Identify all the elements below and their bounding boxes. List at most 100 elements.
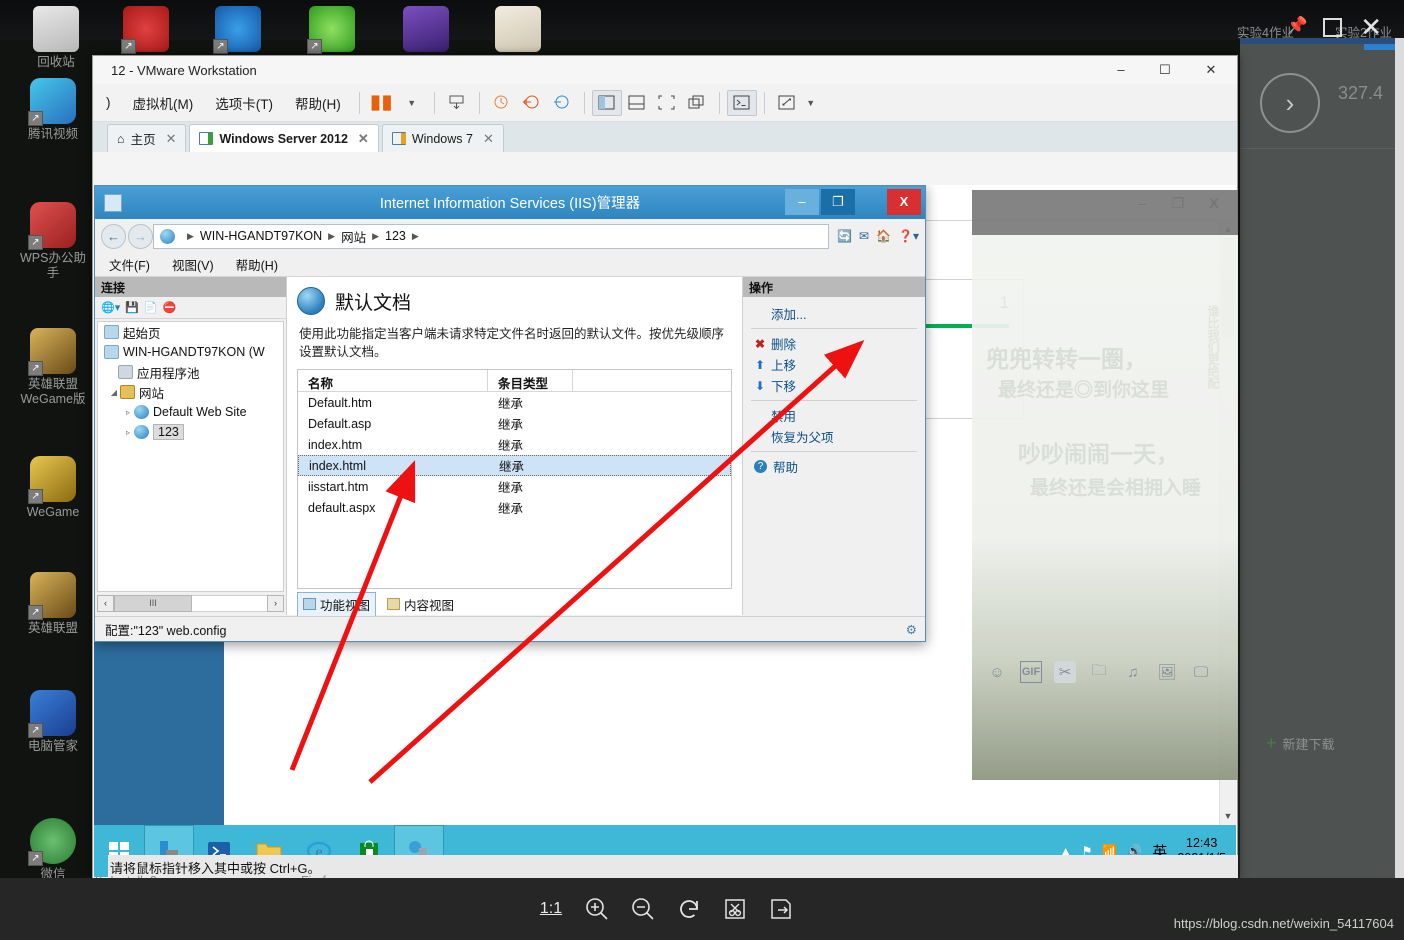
new-download-button[interactable]: + 新建下载 xyxy=(1266,733,1335,754)
snapshot-manager-icon[interactable] xyxy=(547,90,577,116)
menu-item-view[interactable]: 视图(V) xyxy=(172,255,214,274)
action-move-up[interactable]: ⬆ 上移 xyxy=(743,354,925,375)
panel-scrollbar[interactable] xyxy=(1395,38,1404,884)
console-icon[interactable] xyxy=(726,89,757,116)
desktop-icon-wps[interactable]: ↗ WPS办公助 手 xyxy=(5,202,101,281)
image-icon[interactable]: 🖼 xyxy=(1156,661,1178,683)
one-to-one-icon[interactable]: 1:1 xyxy=(528,886,574,932)
breadcrumb-server[interactable]: WIN-HGANDT97KON xyxy=(200,229,322,243)
action-help[interactable]: ? 帮助 xyxy=(743,456,925,477)
desktop-icon-wechat[interactable]: ↗ 微信 xyxy=(5,818,101,882)
tab-features-view[interactable]: 功能视图 xyxy=(297,591,377,617)
action-revert-to-parent[interactable]: 恢复为父项 xyxy=(743,426,925,447)
snapshot-take-icon[interactable] xyxy=(487,90,517,116)
tab-content-view[interactable]: 内容视图 xyxy=(382,593,459,616)
menu-item-help[interactable]: 帮助(H) xyxy=(284,89,352,117)
breadcrumb-site[interactable]: 123 xyxy=(385,229,406,243)
menu-item-file[interactable]: 文件(F) xyxy=(109,255,150,274)
table-row-selected[interactable]: index.html 继承 xyxy=(298,455,731,476)
scroll-thumb[interactable]: III xyxy=(114,595,192,612)
connections-hscrollbar[interactable]: ‹ III › xyxy=(97,594,284,613)
stop-icon[interactable]: ✉ xyxy=(859,229,869,243)
send-ctrl-alt-del-icon[interactable] xyxy=(442,90,472,116)
sidebar-toggle-icon[interactable] xyxy=(591,89,622,116)
action-delete[interactable]: ✖ 删除 xyxy=(743,333,925,354)
gif-icon[interactable]: GIF xyxy=(1020,661,1042,683)
pause-icon[interactable]: ▮▮ xyxy=(367,90,397,116)
desktop-icon-wegame[interactable]: ↗ WeGame xyxy=(5,456,101,520)
tree-node-123[interactable]: ▹ 123 xyxy=(98,422,283,442)
action-add[interactable]: 添加... xyxy=(743,303,925,324)
menu-item-tabs[interactable]: 选项卡(T) xyxy=(204,89,284,117)
maximize-button[interactable]: ☐ xyxy=(1143,56,1187,84)
forward-button[interactable]: → xyxy=(128,223,153,249)
desktop-icon-lol[interactable]: ↗ 英雄联盟 xyxy=(5,572,101,636)
scroll-down-icon[interactable]: ▼ xyxy=(1220,808,1236,825)
stretch-dropdown-icon[interactable]: ▼ xyxy=(802,90,820,116)
close-button[interactable]: ✕ xyxy=(1189,56,1233,84)
zoom-in-icon[interactable] xyxy=(574,886,620,932)
desktop-icon-lol-wegame[interactable]: ↗ 英雄联盟 WeGame版 xyxy=(5,328,101,407)
close-icon[interactable]: ✕ xyxy=(1360,14,1382,40)
save-icon[interactable]: 💾 xyxy=(125,301,139,314)
stretch-icon[interactable] xyxy=(772,90,802,116)
desktop-icon-tencent-video[interactable]: ↗ 腾讯视频 xyxy=(5,78,101,142)
tree-node-start-page[interactable]: 起始页 xyxy=(98,322,283,342)
chevron-right-icon[interactable]: › xyxy=(1260,73,1320,133)
close-icon[interactable]: ✕ xyxy=(166,131,177,147)
connect-icon[interactable]: 🌐▾ xyxy=(101,301,120,314)
expander-icon[interactable]: ▹ xyxy=(122,428,134,437)
pin-icon[interactable]: 📌 xyxy=(1287,16,1308,36)
connections-tree[interactable]: 起始页 WIN-HGANDT97KON (W 应用程序池 ◢ 网站 ▹ Defa… xyxy=(97,321,284,592)
bottom-pane-icon[interactable] xyxy=(622,90,652,116)
snapshot-revert-icon[interactable] xyxy=(517,90,547,116)
tab-home[interactable]: ⌂ 主页 ✕ xyxy=(107,124,187,152)
minimize-button[interactable]: – xyxy=(1099,56,1143,84)
tree-node-default-web-site[interactable]: ▹ Default Web Site xyxy=(98,402,283,422)
scroll-right-icon[interactable]: › xyxy=(267,595,284,612)
breadcrumb-sites[interactable]: 网站 xyxy=(341,227,366,246)
help-icon[interactable]: ❓▾ xyxy=(898,229,919,243)
table-row[interactable]: index.htm 继承 xyxy=(298,434,731,455)
column-header-entry-type[interactable]: 条目类型 xyxy=(488,370,573,391)
zoom-out-icon[interactable] xyxy=(620,886,666,932)
fullscreen-icon[interactable] xyxy=(652,90,682,116)
music-icon[interactable]: ♫ xyxy=(1122,661,1144,683)
tree-node-server[interactable]: WIN-HGANDT97KON (W xyxy=(98,342,283,362)
table-row[interactable]: Default.asp 继承 xyxy=(298,413,731,434)
home-icon[interactable]: 🏠 xyxy=(876,229,891,243)
desktop-icon-pc-manager[interactable]: ↗ 电脑管家 xyxy=(5,690,101,754)
unity-icon[interactable] xyxy=(682,90,712,116)
maximize-button[interactable]: ❐ xyxy=(821,189,855,215)
action-disable[interactable]: 禁用 xyxy=(743,405,925,426)
tab-windows-server-2012[interactable]: Windows Server 2012 ✕ xyxy=(189,124,379,152)
refresh-icon[interactable]: 🔄 xyxy=(837,229,852,243)
action-move-down[interactable]: ⬇ 下移 xyxy=(743,375,925,396)
scissors-icon[interactable]: ✂ xyxy=(1054,661,1076,683)
crop-scissors-icon[interactable] xyxy=(712,886,758,932)
new-connection-icon[interactable]: 📄 xyxy=(144,301,158,314)
back-button[interactable]: ← xyxy=(101,223,126,249)
smiley-icon[interactable]: ☺ xyxy=(986,661,1008,683)
folder-icon[interactable]: 🗀 xyxy=(1088,661,1110,683)
minimize-button[interactable]: – xyxy=(785,189,819,215)
table-row[interactable]: iisstart.htm 继承 xyxy=(298,476,731,497)
screen-icon[interactable]: 🖵 xyxy=(1190,661,1212,683)
dropdown-arrow-icon[interactable]: ▼ xyxy=(397,90,427,116)
tree-node-sites[interactable]: ◢ 网站 xyxy=(98,382,283,402)
default-documents-grid[interactable]: 名称 条目类型 Default.htm 继承 Default.asp 继承 in… xyxy=(297,369,732,589)
tab-windows-7[interactable]: Windows 7 ✕ xyxy=(381,124,504,152)
expander-icon[interactable]: ◢ xyxy=(108,388,120,397)
table-row[interactable]: Default.htm 继承 xyxy=(298,392,731,413)
close-icon[interactable]: ✕ xyxy=(358,131,369,147)
menu-item-vm[interactable]: 虚拟机(M) xyxy=(122,89,205,117)
column-header-name[interactable]: 名称 xyxy=(298,370,488,391)
scroll-track[interactable]: III xyxy=(114,595,267,612)
breadcrumb[interactable]: ▶ WIN-HGANDT97KON ▶ 网站 ▶ 123 ▶ xyxy=(153,223,830,249)
rotate-icon[interactable] xyxy=(666,886,712,932)
table-row[interactable]: default.aspx 继承 xyxy=(298,497,731,518)
close-button[interactable]: X xyxy=(887,189,921,215)
menu-item-0[interactable]: ) xyxy=(95,91,122,114)
desktop-icon-recycle-bin[interactable]: 回收站 xyxy=(8,6,104,70)
menu-item-help[interactable]: 帮助(H) xyxy=(236,255,278,274)
